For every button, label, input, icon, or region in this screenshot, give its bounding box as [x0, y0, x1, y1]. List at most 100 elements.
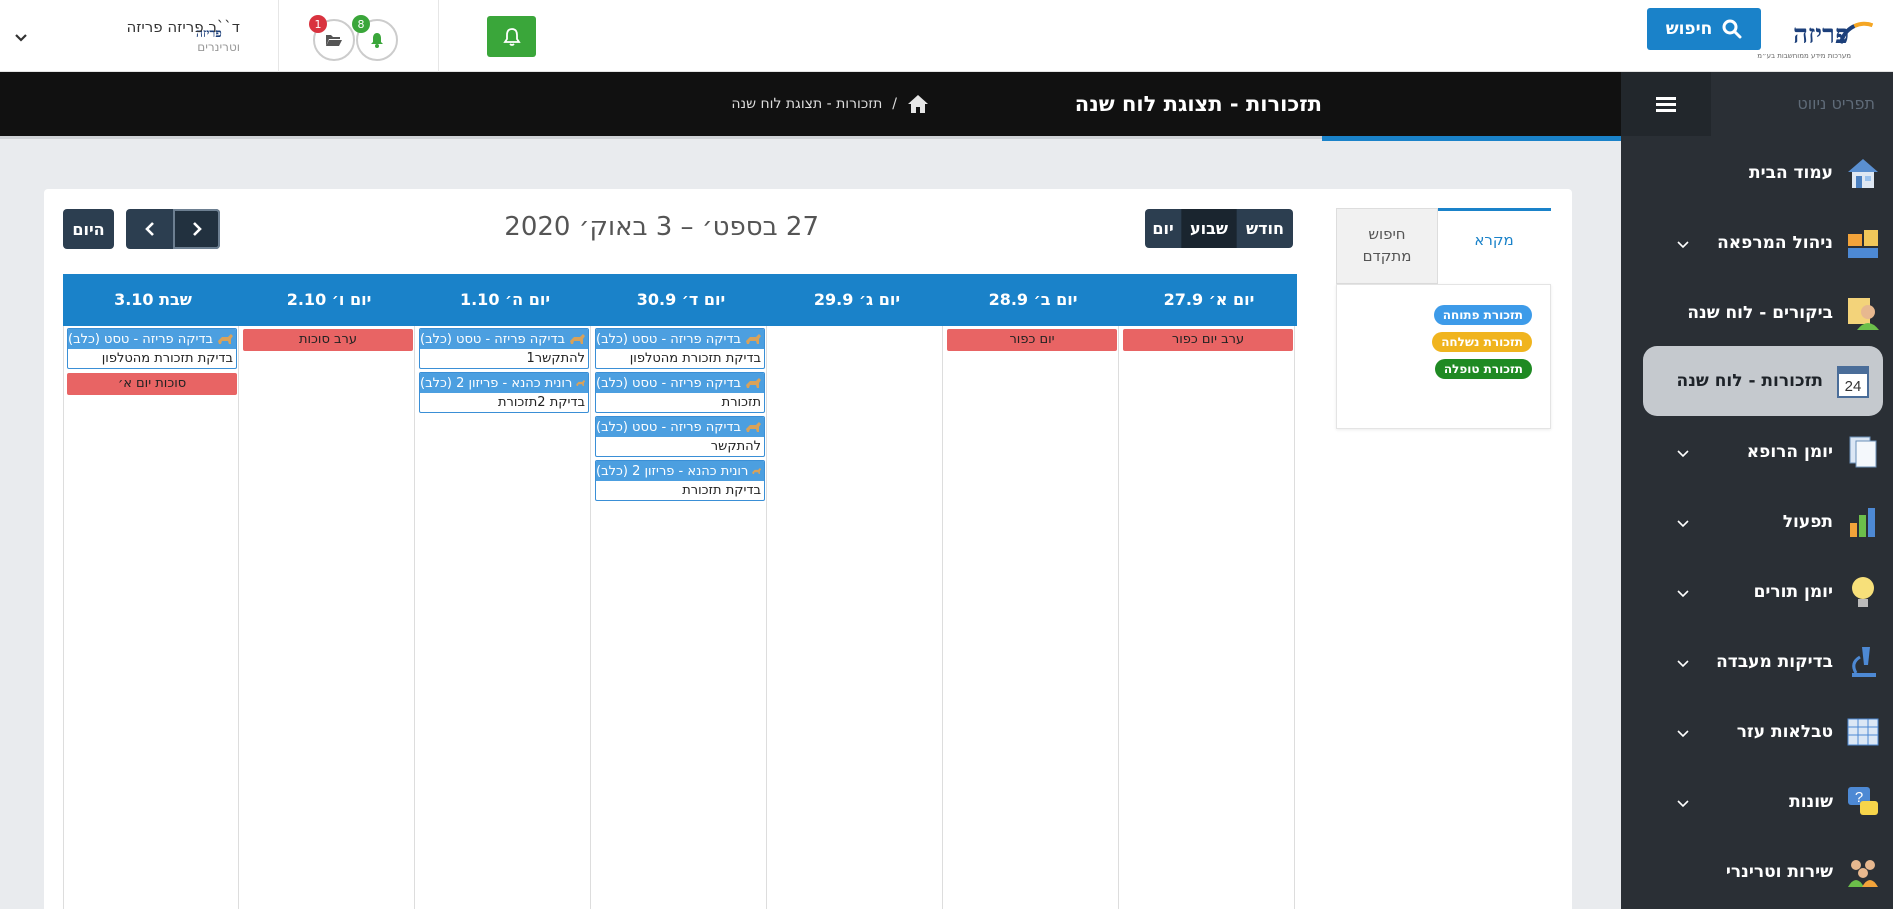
sidebar-item-vet-service[interactable]: שירות וטרינרי [1621, 843, 1893, 901]
week-calendar: יום א׳ 27.9 יום ב׳ 28.9 יום ג׳ 29.9 יום … [63, 274, 1297, 909]
files-button[interactable]: 1 [309, 15, 355, 61]
reminder-event[interactable]: בדיקה פריזה - טסט (כלב) תזכורת [595, 372, 765, 413]
svg-text:24: 24 [1845, 378, 1862, 395]
header-divider [278, 0, 279, 72]
bar-chart-icon [1843, 502, 1883, 542]
sidebar-item-appointments[interactable]: יומן תורים [1621, 563, 1893, 621]
holiday-event[interactable]: יום כפור [947, 329, 1117, 351]
view-day-button[interactable]: יום [1145, 209, 1182, 248]
day-column-wed[interactable] [591, 326, 767, 909]
legend-tabs: מקרא חיפוש מתקדם [1336, 208, 1551, 284]
legend-open-badge: תזכורת פתוחה [1433, 305, 1532, 325]
house-icon [1843, 153, 1883, 193]
reminder-event[interactable]: בדיקה פריזה - טסט (כלב) להתקשר [595, 416, 765, 457]
chevron-down-icon [1677, 234, 1689, 253]
sidebar-item-label: טבלאות עזר [1736, 722, 1833, 742]
calendar-icon: 24 [1833, 361, 1873, 401]
next-week-button[interactable] [173, 209, 220, 249]
sidebar-item-label: תזכורות - לוח שנה [1676, 371, 1823, 391]
tab-advanced-search[interactable]: חיפוש מתקדם [1336, 208, 1438, 284]
app-logo[interactable]: פריזה מערכות מידע ממוחשבות בע״מ [1757, 14, 1875, 60]
reminder-event[interactable]: רונית כהנא - פריזון 2 (כלב) בדיקת 2תזכור… [419, 372, 589, 413]
day-header-sun: יום א׳ 27.9 [1163, 290, 1255, 309]
reminder-event[interactable]: בדיקה פריזה - טסט (כלב) בדיקת תזכורת מהט… [595, 328, 765, 369]
doctor-icon [1843, 293, 1883, 333]
reminder-title: בדיקה פריזה - טסט (כלב) [420, 331, 566, 347]
sidebar-item-label: שירות וטרינרי [1725, 862, 1833, 882]
logo-text: פריזה [1793, 20, 1849, 50]
add-reminder-button[interactable] [487, 16, 536, 57]
reminder-event[interactable]: רונית כהנא - פריזון 2 (כלב) בדיקת תזכורת [595, 460, 765, 501]
day-header-mon: יום ב׳ 28.9 [988, 290, 1078, 309]
user-menu[interactable]: ד``ר פריזה פריזה וטרינרים [60, 18, 240, 54]
reminder-text: בדיקת תזכורת [682, 483, 761, 498]
day-header-tue: יום ג׳ 29.9 [813, 290, 901, 309]
search-button[interactable]: חיפוש [1647, 8, 1761, 50]
chevron-down-icon [1677, 723, 1689, 742]
notifications-button[interactable]: 8 [352, 15, 398, 61]
breadcrumb-separator: / [892, 96, 897, 112]
table-icon [1843, 712, 1883, 752]
sidebar-item-clinic-management[interactable]: ניהול המרפאה [1621, 214, 1893, 272]
tab-advanced-search-label: חיפוש [1368, 225, 1406, 243]
day-column-fri[interactable] [239, 326, 415, 909]
sidebar-item-doctor-diary[interactable]: יומן הרופא [1621, 423, 1893, 481]
sidebar-item-operations[interactable]: תפעול [1621, 493, 1893, 551]
date-range-title: 27 בספט׳ – 3 באוק׳ 2020 [504, 212, 819, 242]
calendar-header: יום א׳ 27.9 יום ב׳ 28.9 יום ג׳ 29.9 יום … [63, 274, 1297, 326]
day-column-sat[interactable] [63, 326, 239, 909]
dog-icon [576, 380, 586, 386]
sidebar-item-lab-tests[interactable]: בדיקות מעבדה [1621, 633, 1893, 691]
reminder-event[interactable]: בדיקה פריזה - טסט (כלב) להתקשר1 [419, 328, 589, 369]
today-button[interactable]: היום [63, 209, 114, 249]
sidebar-item-home[interactable]: עמוד הבית [1621, 144, 1893, 202]
users-group-icon [1843, 852, 1883, 892]
sidebar-item-lookup-tables[interactable]: טבלאות עזר [1621, 703, 1893, 761]
notifications-count-badge: 8 [352, 15, 370, 33]
hamburger-icon [1656, 97, 1676, 112]
view-week-button[interactable]: שבוע [1182, 209, 1237, 248]
chevron-down-icon [1677, 653, 1689, 672]
holiday-event[interactable]: ערב סוכות [243, 329, 413, 351]
holiday-event[interactable]: סוכות יום א׳ [67, 373, 237, 395]
title-bar-divider [0, 136, 1322, 139]
sidebar-item-reminders-calendar[interactable]: תזכורות - לוח שנה 24 [1643, 346, 1883, 416]
files-count-badge: 1 [309, 15, 327, 33]
sidebar-item-visits-calendar[interactable]: ביקורים - לוח שנה [1621, 284, 1893, 342]
sidebar-title: תפריט ניווט [1797, 94, 1875, 113]
page-title: תזכורות - תצוגת לוח שנה [1074, 92, 1322, 116]
day-column-sun[interactable] [1119, 326, 1295, 909]
prev-week-button[interactable] [126, 209, 173, 249]
day-column-thu[interactable] [415, 326, 591, 909]
microscope-icon [1843, 642, 1883, 682]
day-column-mon[interactable] [943, 326, 1119, 909]
search-button-label: חיפוש [1665, 19, 1713, 39]
bell-icon [502, 27, 521, 46]
sidebar-item-label: בדיקות מעבדה [1716, 652, 1833, 672]
holiday-event[interactable]: ערב יום כפור [1123, 329, 1293, 351]
dog-icon [218, 334, 234, 344]
day-column-tue[interactable] [767, 326, 943, 909]
home-icon[interactable] [907, 94, 929, 114]
chevron-right-icon [192, 222, 202, 236]
sidebar-item-misc[interactable]: שונות ? [1621, 773, 1893, 831]
lightbulb-icon [1843, 572, 1883, 612]
tab-legend[interactable]: מקרא [1437, 208, 1551, 284]
page-title-bar: תזכורות - תצוגת לוח שנה / תזכורות - תצוג… [0, 72, 1621, 141]
legend-handled-badge: תזכורת טופלה [1434, 359, 1532, 379]
reminder-text: בדיקת תזכורת מהטלפון [629, 351, 761, 366]
chevron-down-icon[interactable] [14, 28, 28, 47]
clinic-icon [1843, 223, 1883, 263]
calendar-nav [126, 209, 220, 249]
reminder-text: בדיקת 2תזכורת [497, 395, 585, 410]
view-month-button[interactable]: חודש [1237, 209, 1293, 248]
dog-icon [746, 422, 762, 432]
hamburger-menu-button[interactable] [1621, 72, 1711, 136]
reminder-event[interactable]: בדיקה פריזה - טסט (כלב) בדיקת תזכורת מהט… [67, 328, 237, 369]
legend-panel: מקרא חיפוש מתקדם תזכורת פתוחה תזכורת נשל… [1336, 208, 1551, 429]
sidebar-item-label: ביקורים - לוח שנה [1687, 303, 1833, 323]
breadcrumb-current: תזכורות - תצוגת לוח שנה [731, 96, 883, 112]
view-switcher: יום שבוע חודש [1145, 209, 1293, 248]
help-chat-icon: ? [1843, 782, 1883, 822]
reminder-text: בדיקת תזכורת מהטלפון [101, 351, 233, 366]
